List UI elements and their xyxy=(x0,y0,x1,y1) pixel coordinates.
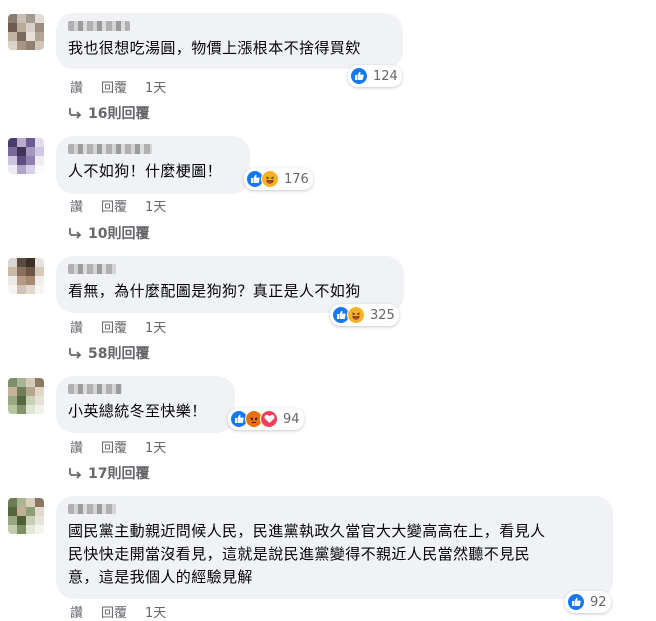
avatar[interactable] xyxy=(8,498,44,534)
reply-action[interactable]: 回覆 xyxy=(101,317,127,336)
comment-text: 看無，為什麼配圖是狗狗？真正是人不如狗 xyxy=(68,282,361,300)
comment-text: 人不如狗！什麼梗圖！ xyxy=(68,162,223,180)
like-icon xyxy=(350,67,368,85)
reply-arrow-icon xyxy=(69,468,82,479)
author-name[interactable] xyxy=(68,264,116,274)
reply-arrow-icon xyxy=(69,108,82,119)
avatar[interactable] xyxy=(8,258,44,294)
timestamp[interactable]: 1天 xyxy=(145,602,166,621)
reaction-count: 325 xyxy=(370,307,395,323)
timestamp[interactable]: 1天 xyxy=(145,77,166,96)
comment-actions: 讚 回覆 1天 xyxy=(70,196,184,215)
reactions-summary[interactable]: 176 xyxy=(244,168,313,190)
author-name[interactable] xyxy=(68,384,122,394)
replies-label: 16則回覆 xyxy=(88,106,150,122)
reactions-summary[interactable]: 92 xyxy=(565,591,611,613)
like-action[interactable]: 讚 xyxy=(70,317,83,336)
comment-bubble: 小英總統冬至快樂！ xyxy=(56,376,235,433)
timestamp[interactable]: 1天 xyxy=(145,437,166,456)
reaction-count: 92 xyxy=(590,594,607,610)
author-name[interactable] xyxy=(68,504,116,514)
avatar[interactable] xyxy=(8,378,44,414)
comment-bubble: 國民黨主動親近問候人民，民進黨執政久當官大大變高高在上，看見人 民快快走開當沒看… xyxy=(56,496,613,599)
like-action[interactable]: 讚 xyxy=(70,77,83,96)
reply-action[interactable]: 回覆 xyxy=(101,77,127,96)
comment-bubble: 人不如狗！什麼梗圖！ xyxy=(56,136,250,194)
comment-text: 小英總統冬至快樂！ xyxy=(68,402,207,420)
comment-actions: 讚 回覆 1天 xyxy=(70,317,184,336)
reactions-summary[interactable]: 94 xyxy=(228,408,304,430)
love-icon xyxy=(260,410,278,428)
comment-text: 國民黨主動親近問候人民，民進黨執政久當官大大變高高在上，看見人 民快快走開當沒看… xyxy=(68,522,546,586)
haha-icon xyxy=(347,306,365,324)
author-name[interactable] xyxy=(68,21,130,31)
comment-actions: 讚 回覆 1天 xyxy=(70,77,184,96)
reactions-summary[interactable]: 325 xyxy=(330,304,399,326)
like-action[interactable]: 讚 xyxy=(70,196,83,215)
reply-arrow-icon xyxy=(69,228,82,239)
replies-label: 17則回覆 xyxy=(88,466,150,482)
reply-arrow-icon xyxy=(69,348,82,359)
like-icon xyxy=(567,593,585,611)
reaction-count: 124 xyxy=(373,68,398,84)
haha-icon xyxy=(261,170,279,188)
like-action[interactable]: 讚 xyxy=(70,437,83,456)
view-replies-button[interactable]: 17則回覆 xyxy=(68,463,149,483)
reply-action[interactable]: 回覆 xyxy=(101,196,127,215)
replies-label: 10則回覆 xyxy=(88,226,150,242)
reactions-summary[interactable]: 124 xyxy=(348,65,402,87)
like-action[interactable]: 讚 xyxy=(70,602,83,621)
view-replies-button[interactable]: 10則回覆 xyxy=(68,223,149,243)
replies-label: 58則回覆 xyxy=(88,346,150,362)
avatar[interactable] xyxy=(8,14,44,50)
comment-actions: 讚 回覆 1天 xyxy=(70,602,184,621)
avatar[interactable] xyxy=(8,138,44,174)
comment-text: 我也很想吃湯圓，物價上漲根本不捨得買欸 xyxy=(68,39,361,57)
view-replies-button[interactable]: 58則回覆 xyxy=(68,343,149,363)
comment-bubble: 我也很想吃湯圓，物價上漲根本不捨得買欸 xyxy=(56,13,403,69)
reply-action[interactable]: 回覆 xyxy=(101,437,127,456)
reply-action[interactable]: 回覆 xyxy=(101,602,127,621)
comment-actions: 讚 回覆 1天 xyxy=(70,437,184,456)
reaction-count: 94 xyxy=(283,411,300,427)
reaction-count: 176 xyxy=(284,171,309,187)
view-replies-button[interactable]: 16則回覆 xyxy=(68,103,149,123)
timestamp[interactable]: 1天 xyxy=(145,317,166,336)
author-name[interactable] xyxy=(68,144,152,154)
timestamp[interactable]: 1天 xyxy=(145,196,166,215)
